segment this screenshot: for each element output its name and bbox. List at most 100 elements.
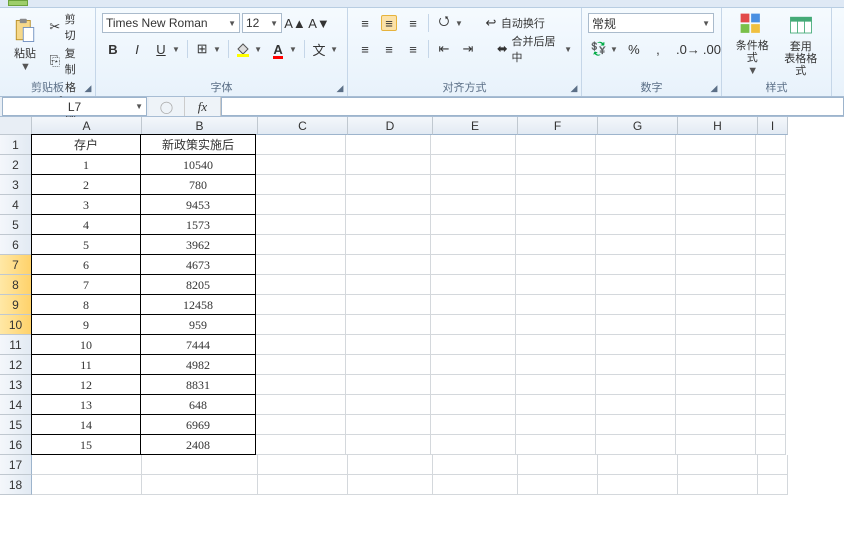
cell[interactable] — [596, 375, 676, 395]
cell[interactable] — [32, 455, 142, 475]
cell[interactable] — [516, 175, 596, 195]
cell[interactable] — [516, 375, 596, 395]
cell[interactable] — [596, 195, 676, 215]
fill-color-button[interactable]: ▼ — [232, 40, 265, 58]
cell[interactable] — [256, 295, 346, 315]
cell[interactable]: 8 — [31, 294, 141, 315]
increase-font-button[interactable]: A▲ — [284, 14, 306, 32]
underline-button[interactable]: U▼ — [150, 40, 183, 58]
cell[interactable] — [676, 155, 756, 175]
cell[interactable]: 780 — [140, 174, 256, 195]
cell[interactable] — [676, 315, 756, 335]
cell[interactable] — [516, 275, 596, 295]
cell[interactable] — [516, 135, 596, 155]
font-name-select[interactable]: Times New Roman▼ — [102, 13, 240, 33]
cell[interactable]: 10540 — [140, 154, 256, 175]
cell[interactable] — [596, 275, 676, 295]
row-header[interactable]: 9 — [0, 295, 32, 315]
cell[interactable] — [516, 235, 596, 255]
row-header[interactable]: 17 — [0, 455, 32, 475]
cell[interactable] — [516, 315, 596, 335]
cell[interactable] — [431, 315, 516, 335]
cell[interactable] — [431, 415, 516, 435]
cell[interactable]: 5 — [31, 234, 141, 255]
cell[interactable] — [596, 335, 676, 355]
cell[interactable] — [256, 235, 346, 255]
cell[interactable]: 7444 — [140, 334, 256, 355]
row-header[interactable]: 12 — [0, 355, 32, 375]
cell[interactable] — [346, 435, 431, 455]
orientation-button[interactable]: ⭯▼ — [433, 14, 466, 32]
currency-button[interactable]: 💱▼ — [588, 40, 621, 58]
cell[interactable] — [256, 175, 346, 195]
cell[interactable] — [598, 475, 678, 495]
column-header[interactable]: D — [348, 117, 433, 135]
column-header[interactable]: H — [678, 117, 758, 135]
bold-button[interactable]: B — [102, 40, 124, 58]
cell[interactable] — [596, 255, 676, 275]
cell[interactable] — [346, 375, 431, 395]
cell[interactable] — [431, 295, 516, 315]
align-right-button[interactable]: ≡ — [402, 40, 424, 58]
cell[interactable] — [516, 195, 596, 215]
cell[interactable] — [756, 195, 786, 215]
cell[interactable] — [348, 475, 433, 495]
cell[interactable] — [756, 235, 786, 255]
cell[interactable] — [256, 315, 346, 335]
cell[interactable]: 4982 — [140, 354, 256, 375]
decrease-font-button[interactable]: A▼ — [308, 14, 330, 32]
cell[interactable] — [346, 355, 431, 375]
cell[interactable] — [431, 275, 516, 295]
cell[interactable] — [516, 355, 596, 375]
comma-button[interactable]: , — [647, 40, 669, 58]
cell[interactable] — [676, 415, 756, 435]
cell[interactable] — [348, 455, 433, 475]
cell[interactable] — [596, 435, 676, 455]
cell[interactable] — [142, 455, 258, 475]
row-header[interactable]: 8 — [0, 275, 32, 295]
cell[interactable]: 9453 — [140, 194, 256, 215]
row-header[interactable]: 11 — [0, 335, 32, 355]
cell[interactable] — [346, 135, 431, 155]
cell[interactable] — [516, 215, 596, 235]
font-color-button[interactable]: A▼ — [267, 40, 300, 58]
cell[interactable] — [346, 235, 431, 255]
font-size-select[interactable]: 12▼ — [242, 13, 282, 33]
cell[interactable]: 7 — [31, 274, 141, 295]
cells-area[interactable]: 存户新政策实施后11054027803945341573539626467378… — [32, 135, 788, 495]
align-center-button[interactable]: ≡ — [378, 40, 400, 58]
cell[interactable] — [431, 395, 516, 415]
cell[interactable]: 11 — [31, 354, 141, 375]
cell[interactable] — [676, 435, 756, 455]
cell[interactable] — [346, 315, 431, 335]
row-header[interactable]: 7 — [0, 255, 32, 275]
cell[interactable] — [756, 255, 786, 275]
cell[interactable] — [596, 155, 676, 175]
column-header[interactable]: A — [32, 117, 142, 135]
cell[interactable] — [256, 335, 346, 355]
row-header[interactable]: 16 — [0, 435, 32, 455]
cell[interactable] — [518, 455, 598, 475]
cell[interactable] — [676, 215, 756, 235]
cell[interactable] — [596, 395, 676, 415]
cell[interactable]: 13 — [31, 394, 141, 415]
cell[interactable]: 15 — [31, 434, 141, 455]
cell[interactable] — [256, 275, 346, 295]
cell[interactable]: 3962 — [140, 234, 256, 255]
cell[interactable] — [431, 435, 516, 455]
cell[interactable] — [516, 255, 596, 275]
phonetic-button[interactable]: 文▼ — [308, 40, 341, 58]
paste-button[interactable]: 粘贴 ▼ — [6, 10, 44, 78]
cell[interactable] — [676, 275, 756, 295]
column-header[interactable]: I — [758, 117, 788, 135]
dialog-launcher-icon[interactable]: ◢ — [709, 83, 719, 93]
cell[interactable] — [756, 355, 786, 375]
dialog-launcher-icon[interactable]: ◢ — [569, 83, 579, 93]
align-bottom-button[interactable]: ≡ — [402, 14, 424, 32]
cell[interactable] — [256, 155, 346, 175]
decrease-decimal-button[interactable]: .00 — [701, 40, 723, 58]
column-header[interactable]: B — [142, 117, 258, 135]
cell[interactable] — [256, 375, 346, 395]
cell[interactable]: 2408 — [140, 434, 256, 455]
cell[interactable] — [758, 475, 788, 495]
